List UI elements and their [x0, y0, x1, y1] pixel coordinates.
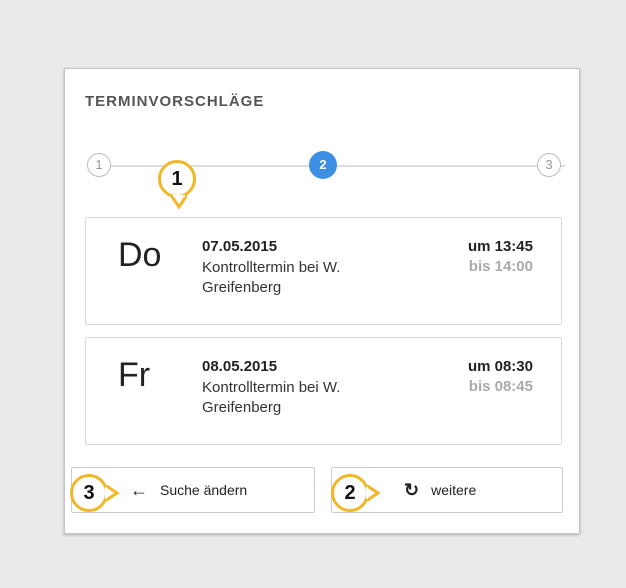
step-3[interactable]: 3 [537, 153, 561, 177]
callout-marker-1: 1 [158, 160, 196, 198]
step-2-active[interactable]: 2 [309, 151, 337, 179]
callout-marker-2: 2 [331, 474, 369, 512]
more-label: weitere [431, 482, 477, 498]
callout-3-pointer [105, 485, 119, 501]
appointment-date: 07.05.2015 [202, 238, 278, 255]
arrow-left-icon: ← [130, 479, 148, 500]
change-search-label: Suche ändern [160, 482, 248, 498]
callout-marker-3: 3 [70, 474, 108, 512]
callout-2-pointer [366, 485, 380, 501]
appointment-end-time: bis 08:45 [468, 378, 533, 395]
appointment-card[interactable]: Do 07.05.2015 Kontrolltermin bei W. Grei… [85, 217, 562, 325]
appointment-weekday: Do [118, 236, 162, 274]
callout-1-pointer [171, 195, 187, 209]
appointment-description: Kontrolltermin bei W. Greifenberg [202, 379, 341, 416]
panel-title: TERMINVORSCHLÄGE [85, 93, 265, 110]
appointment-end-time: bis 14:00 [468, 258, 533, 275]
step-1[interactable]: 1 [87, 153, 111, 177]
appointment-date: 08.05.2015 [202, 358, 278, 375]
appointment-start-time: um 08:30 [467, 358, 533, 375]
appointment-description: Kontrolltermin bei W. Greifenberg [202, 259, 341, 296]
appointment-start-time: um 13:45 [467, 238, 533, 255]
refresh-icon: ↻ [404, 479, 420, 500]
appointment-card[interactable]: Fr 08.05.2015 Kontrolltermin bei W. Grei… [85, 337, 562, 445]
appointment-weekday: Fr [118, 356, 151, 394]
appointment-suggestions-panel: TERMINVORSCHLÄGE 1 2 3 Do 07.05.2015 Kon… [64, 68, 580, 534]
